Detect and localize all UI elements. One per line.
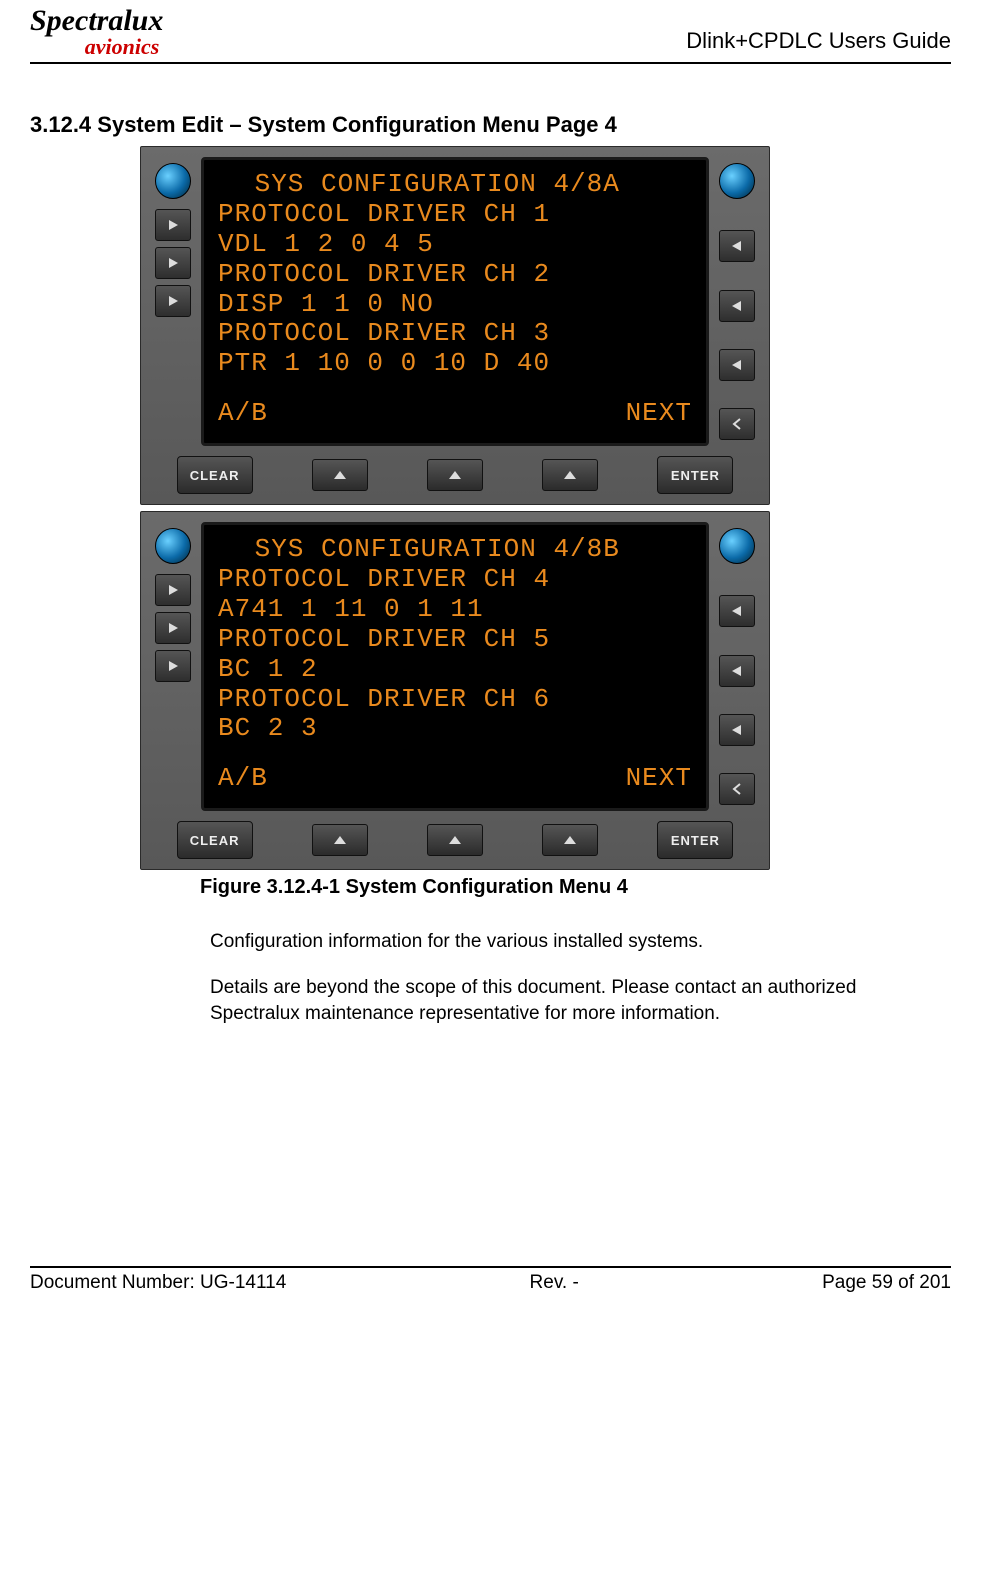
- knob-icon[interactable]: [719, 163, 755, 199]
- device-panel-b: SYS CONFIGURATION 4/8B PROTOCOL DRIVER C…: [140, 511, 770, 870]
- right-side-column: [715, 157, 759, 446]
- logo: Spectralux avionics: [30, 6, 163, 58]
- screen-footer-right: NEXT: [626, 764, 692, 794]
- screen-line: PROTOCOL DRIVER CH 2: [218, 260, 692, 290]
- screen-footer-left: A/B: [218, 399, 268, 429]
- footer-page: Page 59 of 201: [822, 1272, 951, 1294]
- footer-doc-number: Document Number: UG-14114: [30, 1272, 286, 1294]
- right-softkey-2[interactable]: [719, 290, 755, 322]
- enter-button[interactable]: ENTER: [657, 456, 733, 494]
- right-side-column: [715, 522, 759, 811]
- clear-button[interactable]: CLEAR: [177, 456, 253, 494]
- left-softkey-1[interactable]: [155, 209, 191, 241]
- screen-line: PTR 1 10 0 0 10 D 40: [218, 349, 692, 379]
- screen-title: SYS CONFIGURATION 4/8A: [218, 170, 692, 200]
- screen-line: A741 1 11 0 1 11: [218, 595, 692, 625]
- screen-line: PROTOCOL DRIVER CH 1: [218, 200, 692, 230]
- screen-line: PROTOCOL DRIVER CH 6: [218, 685, 692, 715]
- screen-line: PROTOCOL DRIVER CH 5: [218, 625, 692, 655]
- left-side-column: [151, 522, 195, 811]
- right-softkey-3[interactable]: [719, 714, 755, 746]
- bottom-button-row: CLEAR ENTER: [151, 821, 759, 859]
- right-softkey-1[interactable]: [719, 595, 755, 627]
- right-softkey-1[interactable]: [719, 230, 755, 262]
- page-header: Spectralux avionics Dlink+CPDLC Users Gu…: [30, 0, 951, 64]
- up-arrow-button[interactable]: [312, 824, 368, 856]
- knob-icon[interactable]: [155, 528, 191, 564]
- right-softkey-2[interactable]: [719, 655, 755, 687]
- screen-line: PROTOCOL DRIVER CH 3: [218, 319, 692, 349]
- screen-footer-left: A/B: [218, 764, 268, 794]
- logo-line2: avionics: [30, 36, 163, 58]
- left-softkey-2[interactable]: [155, 247, 191, 279]
- up-arrow-button[interactable]: [427, 824, 483, 856]
- device-panel-a: SYS CONFIGURATION 4/8A PROTOCOL DRIVER C…: [140, 146, 770, 505]
- figure-caption: Figure 3.12.4-1 System Configuration Men…: [200, 876, 951, 899]
- section-heading: 3.12.4 System Edit – System Configuratio…: [30, 112, 951, 138]
- footer-rev: Rev. -: [530, 1272, 579, 1294]
- up-arrow-button[interactable]: [542, 459, 598, 491]
- left-softkey-1[interactable]: [155, 574, 191, 606]
- back-button[interactable]: [719, 408, 755, 440]
- bottom-button-row: CLEAR ENTER: [151, 456, 759, 494]
- knob-icon[interactable]: [719, 528, 755, 564]
- up-arrow-button[interactable]: [542, 824, 598, 856]
- guide-title: Dlink+CPDLC Users Guide: [686, 28, 951, 54]
- screen-line: VDL 1 2 0 4 5: [218, 230, 692, 260]
- screen-a: SYS CONFIGURATION 4/8A PROTOCOL DRIVER C…: [201, 157, 709, 446]
- left-softkey-3[interactable]: [155, 650, 191, 682]
- logo-line1: Spectralux: [30, 4, 163, 37]
- up-arrow-button[interactable]: [427, 459, 483, 491]
- body-paragraph-1: Configuration information for the variou…: [210, 929, 890, 955]
- knob-icon[interactable]: [155, 163, 191, 199]
- clear-button[interactable]: CLEAR: [177, 821, 253, 859]
- right-softkey-3[interactable]: [719, 349, 755, 381]
- up-arrow-button[interactable]: [312, 459, 368, 491]
- screen-title: SYS CONFIGURATION 4/8B: [218, 535, 692, 565]
- page-footer: Document Number: UG-14114 Rev. - Page 59…: [30, 1266, 951, 1314]
- left-side-column: [151, 157, 195, 446]
- screen-footer-right: NEXT: [626, 399, 692, 429]
- left-softkey-3[interactable]: [155, 285, 191, 317]
- enter-button[interactable]: ENTER: [657, 821, 733, 859]
- screen-line: PROTOCOL DRIVER CH 4: [218, 565, 692, 595]
- screen-line: DISP 1 1 0 NO: [218, 290, 692, 320]
- body-paragraph-2: Details are beyond the scope of this doc…: [210, 975, 890, 1026]
- screen-b: SYS CONFIGURATION 4/8B PROTOCOL DRIVER C…: [201, 522, 709, 811]
- screen-line: BC 2 3: [218, 714, 692, 744]
- screen-line: BC 1 2: [218, 655, 692, 685]
- back-button[interactable]: [719, 773, 755, 805]
- left-softkey-2[interactable]: [155, 612, 191, 644]
